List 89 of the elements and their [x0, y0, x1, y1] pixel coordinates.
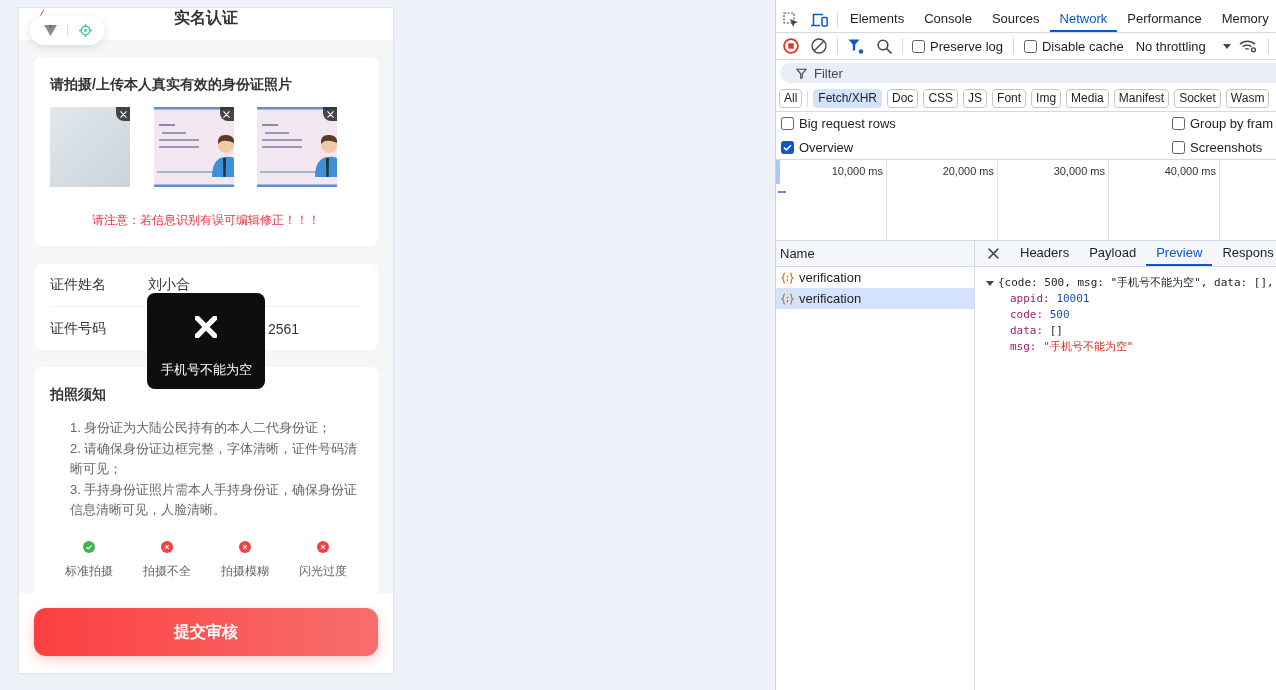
expand-triangle-icon[interactable] — [986, 280, 994, 286]
remove-photo-button[interactable] — [323, 107, 337, 121]
tick-label: 10,000 ms — [831, 165, 883, 177]
example-label: 闪光过度 — [299, 562, 347, 580]
close-icon — [119, 110, 127, 118]
devtools-tab[interactable]: Console — [914, 7, 982, 32]
field-label: 证件号码 — [50, 319, 107, 338]
toast-message: 手机号不能为空 — [160, 361, 252, 379]
type-filter-chip[interactable]: Manifest — [1113, 89, 1170, 108]
wifi-gear-icon[interactable] — [1238, 39, 1257, 53]
device-icon[interactable] — [810, 12, 828, 27]
checkbox-label[interactable]: Disable cache — [1042, 38, 1124, 54]
checkbox[interactable] — [1024, 39, 1037, 53]
checkbox-label[interactable]: Overview — [799, 139, 854, 155]
field-label: 证件姓名 — [50, 276, 107, 294]
devtools-tab[interactable]: Elements — [840, 7, 915, 32]
page-title: 实名认证 — [174, 8, 238, 28]
checkbox-label[interactable]: Preserve log — [930, 38, 1003, 54]
guide-text: 3. 手持身份证照片需本人手持身份证，确保身份证信息清晰可见，人脸清晰。 — [70, 480, 359, 520]
braces-icon — [781, 271, 794, 284]
braces-icon — [781, 292, 794, 305]
json-value: 10001 — [1056, 292, 1090, 305]
request-row[interactable]: verification — [776, 267, 974, 288]
close-icon — [195, 316, 217, 338]
column-header[interactable]: Name — [776, 241, 974, 267]
remove-photo-button[interactable] — [116, 107, 130, 121]
close-icon — [223, 110, 230, 118]
checkbox[interactable] — [912, 39, 925, 53]
clear-icon[interactable] — [811, 38, 827, 54]
json-key: data: — [1010, 324, 1044, 337]
checkbox-label[interactable]: Big request rows — [799, 116, 896, 132]
guide-text: 1. 身份证为大陆公民持有的本人二代身份证； — [70, 419, 333, 437]
filter-field[interactable]: Filter — [780, 63, 1276, 83]
type-filter-chip[interactable]: Img — [1031, 89, 1062, 108]
record-stop-icon[interactable] — [783, 38, 799, 54]
detail-tab[interactable]: Payload — [1079, 241, 1147, 266]
detail-tab[interactable]: Preview — [1146, 241, 1213, 266]
example-label: 标准拍摄 — [65, 562, 113, 580]
caret-icon — [1222, 43, 1231, 49]
json-value: [] — [1049, 324, 1063, 337]
inspect-icon[interactable] — [783, 11, 799, 28]
card-title: 拍照须知 — [50, 385, 106, 404]
type-filter-chip[interactable]: Socket — [1174, 89, 1221, 108]
field-value: 2561 — [268, 320, 300, 337]
json-key: appid: — [1010, 292, 1050, 305]
json-value: "手机号不能为空" — [1043, 340, 1134, 353]
logo-icon[interactable] — [44, 25, 57, 36]
type-filter-chip[interactable]: JS — [963, 89, 988, 108]
filter-icon — [796, 67, 807, 79]
detail-tab[interactable]: Headers — [1010, 241, 1080, 266]
json-value: 500 — [1049, 308, 1070, 321]
tick-label: 30,000 ms — [1053, 165, 1105, 177]
slash-mark-icon — [40, 10, 44, 16]
example-label: 拍摄模糊 — [221, 562, 269, 580]
filter-icon[interactable] — [848, 38, 864, 54]
field-value: 刘小合 — [148, 276, 190, 294]
close-icon — [326, 110, 334, 118]
type-filter-chip[interactable]: Media — [1066, 89, 1109, 108]
checkbox[interactable] — [781, 140, 794, 154]
tick-label: 40,000 ms — [1164, 165, 1216, 177]
devtools-tab[interactable]: Memory — [1211, 7, 1276, 32]
devtools-tab[interactable]: Sources — [981, 7, 1050, 32]
throttling-select[interactable]: No throttling — [1135, 38, 1231, 54]
checkbox[interactable] — [1172, 117, 1185, 131]
checkbox[interactable] — [781, 117, 794, 131]
type-filter-chip[interactable]: Wasm — [1225, 89, 1270, 108]
notice-text: 请注意：若信息识别有误可编辑修正！！！ — [92, 212, 320, 229]
type-filter-chip[interactable]: All — [779, 89, 803, 108]
guide-text: 2. 请确保身份证边框完整，字体清晰，证件号码清晰可见； — [70, 439, 359, 479]
devtools-tab[interactable]: Network — [1049, 7, 1118, 32]
type-filter-chip[interactable]: Fetch/XHR — [813, 89, 883, 108]
json-key: msg: — [1010, 340, 1037, 353]
devtools-tab[interactable]: Performance — [1117, 7, 1212, 32]
type-filter-chip[interactable]: Doc — [887, 89, 919, 108]
type-filter-chip[interactable]: CSS — [923, 89, 959, 108]
json-key: code: — [1010, 308, 1044, 321]
close-icon[interactable] — [987, 248, 999, 259]
type-filter-chip[interactable]: Font — [992, 89, 1027, 108]
checkbox-label[interactable]: Group by fram — [1190, 116, 1274, 132]
range-handle[interactable] — [776, 160, 780, 184]
example-label: 拍摄不全 — [143, 562, 191, 580]
request-row[interactable]: verification — [776, 288, 974, 309]
detail-tab[interactable]: Respons — [1212, 241, 1276, 266]
preview-summary: {code: 500, msg: "手机号不能为空", data: [], — [998, 275, 1274, 291]
search-icon[interactable] — [876, 38, 892, 54]
tick-label: 20,000 ms — [942, 165, 994, 177]
checkbox[interactable] — [1172, 140, 1185, 154]
card-title: 请拍摄/上传本人真实有效的身份证照片 — [50, 75, 292, 94]
checkbox-label[interactable]: Screenshots — [1190, 139, 1263, 155]
